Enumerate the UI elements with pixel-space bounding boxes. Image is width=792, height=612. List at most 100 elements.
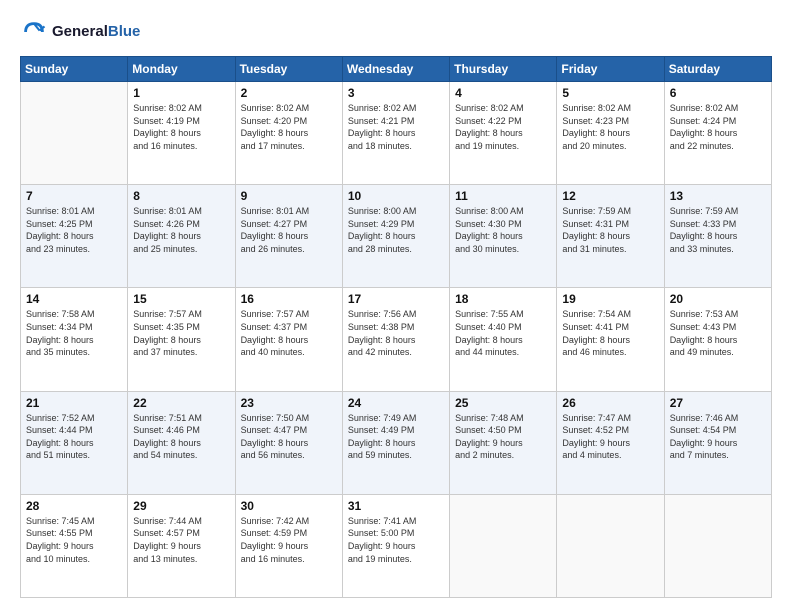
calendar-cell bbox=[557, 494, 664, 597]
day-info: Sunrise: 8:02 AM Sunset: 4:20 PM Dayligh… bbox=[241, 102, 337, 152]
page: GeneralBlue SundayMondayTuesdayWednesday… bbox=[0, 0, 792, 612]
calendar-cell: 27Sunrise: 7:46 AM Sunset: 4:54 PM Dayli… bbox=[664, 391, 771, 494]
day-number: 12 bbox=[562, 189, 658, 203]
calendar-cell: 20 Sunrise: 7:53 AM Sunset: 4:43 PM Dayli… bbox=[664, 288, 771, 391]
calendar-cell: 2 Sunrise: 8:02 AM Sunset: 4:20 PM Daylig… bbox=[235, 82, 342, 185]
day-number: 17 bbox=[348, 292, 444, 306]
day-info: Sunrise: 7:54 AM Sunset: 4:41 PM Dayligh… bbox=[562, 308, 658, 358]
day-number: 19 bbox=[562, 292, 658, 306]
day-info: Sunrise: 7:47 AM Sunset: 4:52 PM Dayligh… bbox=[562, 412, 658, 462]
calendar-weekday-tuesday: Tuesday bbox=[235, 57, 342, 82]
calendar-cell: 12 Sunrise: 7:59 AM Sunset: 4:31 PM Dayli… bbox=[557, 185, 664, 288]
logo-icon bbox=[20, 18, 48, 46]
day-number: 6 bbox=[670, 86, 766, 100]
calendar-cell: 19 Sunrise: 7:54 AM Sunset: 4:41 PM Dayli… bbox=[557, 288, 664, 391]
calendar-cell: 11 Sunrise: 8:00 AM Sunset: 4:30 PM Dayli… bbox=[450, 185, 557, 288]
day-number: 4 bbox=[455, 86, 551, 100]
calendar-header-row: SundayMondayTuesdayWednesdayThursdayFrid… bbox=[21, 57, 772, 82]
logo: GeneralBlue bbox=[20, 18, 140, 46]
calendar-weekday-saturday: Saturday bbox=[664, 57, 771, 82]
day-number: 23 bbox=[241, 396, 337, 410]
day-info: Sunrise: 8:02 AM Sunset: 4:21 PM Dayligh… bbox=[348, 102, 444, 152]
day-number: 13 bbox=[670, 189, 766, 203]
calendar-cell: 30Sunrise: 7:42 AM Sunset: 4:59 PM Dayli… bbox=[235, 494, 342, 597]
day-info: Sunrise: 8:00 AM Sunset: 4:29 PM Dayligh… bbox=[348, 205, 444, 255]
day-info: Sunrise: 7:41 AM Sunset: 5:00 PM Dayligh… bbox=[348, 515, 444, 565]
day-number: 8 bbox=[133, 189, 229, 203]
calendar-cell: 8 Sunrise: 8:01 AM Sunset: 4:26 PM Daylig… bbox=[128, 185, 235, 288]
day-info: Sunrise: 8:02 AM Sunset: 4:23 PM Dayligh… bbox=[562, 102, 658, 152]
day-number: 10 bbox=[348, 189, 444, 203]
day-info: Sunrise: 8:02 AM Sunset: 4:24 PM Dayligh… bbox=[670, 102, 766, 152]
logo-text: GeneralBlue bbox=[52, 23, 140, 40]
calendar-week-row: 21 Sunrise: 7:52 AM Sunset: 4:44 PM Dayli… bbox=[21, 391, 772, 494]
day-number: 9 bbox=[241, 189, 337, 203]
day-info: Sunrise: 8:01 AM Sunset: 4:27 PM Dayligh… bbox=[241, 205, 337, 255]
calendar-cell: 15Sunrise: 7:57 AM Sunset: 4:35 PM Dayli… bbox=[128, 288, 235, 391]
day-info: Sunrise: 8:02 AM Sunset: 4:19 PM Dayligh… bbox=[133, 102, 229, 152]
day-number: 2 bbox=[241, 86, 337, 100]
calendar-cell: 26Sunrise: 7:47 AM Sunset: 4:52 PM Dayli… bbox=[557, 391, 664, 494]
calendar-weekday-monday: Monday bbox=[128, 57, 235, 82]
day-info: Sunrise: 7:45 AM Sunset: 4:55 PM Dayligh… bbox=[26, 515, 122, 565]
day-number: 31 bbox=[348, 499, 444, 513]
calendar-cell: 4 Sunrise: 8:02 AM Sunset: 4:22 PM Daylig… bbox=[450, 82, 557, 185]
day-number: 28 bbox=[26, 499, 122, 513]
calendar-table: SundayMondayTuesdayWednesdayThursdayFrid… bbox=[20, 56, 772, 598]
calendar-cell: 14 Sunrise: 7:58 AM Sunset: 4:34 PM Dayli… bbox=[21, 288, 128, 391]
header: GeneralBlue bbox=[20, 18, 772, 46]
calendar-week-row: 14 Sunrise: 7:58 AM Sunset: 4:34 PM Dayli… bbox=[21, 288, 772, 391]
calendar-cell: 16 Sunrise: 7:57 AM Sunset: 4:37 PM Dayli… bbox=[235, 288, 342, 391]
calendar-cell: 25 Sunrise: 7:48 AM Sunset: 4:50 PM Dayli… bbox=[450, 391, 557, 494]
day-number: 27 bbox=[670, 396, 766, 410]
day-info: Sunrise: 8:02 AM Sunset: 4:22 PM Dayligh… bbox=[455, 102, 551, 152]
day-info: Sunrise: 8:01 AM Sunset: 4:26 PM Dayligh… bbox=[133, 205, 229, 255]
day-number: 24 bbox=[348, 396, 444, 410]
calendar-week-row: 1Sunrise: 8:02 AM Sunset: 4:19 PM Daylig… bbox=[21, 82, 772, 185]
calendar-cell: 29 Sunrise: 7:44 AM Sunset: 4:57 PM Dayli… bbox=[128, 494, 235, 597]
calendar-cell bbox=[664, 494, 771, 597]
calendar-weekday-wednesday: Wednesday bbox=[342, 57, 449, 82]
day-info: Sunrise: 7:44 AM Sunset: 4:57 PM Dayligh… bbox=[133, 515, 229, 565]
calendar-cell: 17 Sunrise: 7:56 AM Sunset: 4:38 PM Dayli… bbox=[342, 288, 449, 391]
calendar-weekday-sunday: Sunday bbox=[21, 57, 128, 82]
day-info: Sunrise: 7:56 AM Sunset: 4:38 PM Dayligh… bbox=[348, 308, 444, 358]
day-number: 3 bbox=[348, 86, 444, 100]
calendar-cell: 28 Sunrise: 7:45 AM Sunset: 4:55 PM Dayli… bbox=[21, 494, 128, 597]
day-number: 20 bbox=[670, 292, 766, 306]
calendar-cell: 1Sunrise: 8:02 AM Sunset: 4:19 PM Daylig… bbox=[128, 82, 235, 185]
day-number: 22 bbox=[133, 396, 229, 410]
day-number: 21 bbox=[26, 396, 122, 410]
day-info: Sunrise: 8:01 AM Sunset: 4:25 PM Dayligh… bbox=[26, 205, 122, 255]
day-info: Sunrise: 7:57 AM Sunset: 4:35 PM Dayligh… bbox=[133, 308, 229, 358]
day-number: 14 bbox=[26, 292, 122, 306]
day-info: Sunrise: 7:59 AM Sunset: 4:31 PM Dayligh… bbox=[562, 205, 658, 255]
day-number: 16 bbox=[241, 292, 337, 306]
calendar-cell: 13 Sunrise: 7:59 AM Sunset: 4:33 PM Dayli… bbox=[664, 185, 771, 288]
day-info: Sunrise: 7:58 AM Sunset: 4:34 PM Dayligh… bbox=[26, 308, 122, 358]
day-info: Sunrise: 7:48 AM Sunset: 4:50 PM Dayligh… bbox=[455, 412, 551, 462]
calendar-week-row: 7Sunrise: 8:01 AM Sunset: 4:25 PM Daylig… bbox=[21, 185, 772, 288]
calendar-cell: 6 Sunrise: 8:02 AM Sunset: 4:24 PM Daylig… bbox=[664, 82, 771, 185]
calendar-cell: 7Sunrise: 8:01 AM Sunset: 4:25 PM Daylig… bbox=[21, 185, 128, 288]
calendar-cell: 24 Sunrise: 7:49 AM Sunset: 4:49 PM Dayli… bbox=[342, 391, 449, 494]
day-number: 11 bbox=[455, 189, 551, 203]
day-info: Sunrise: 7:55 AM Sunset: 4:40 PM Dayligh… bbox=[455, 308, 551, 358]
day-number: 25 bbox=[455, 396, 551, 410]
day-number: 29 bbox=[133, 499, 229, 513]
day-info: Sunrise: 8:00 AM Sunset: 4:30 PM Dayligh… bbox=[455, 205, 551, 255]
day-number: 18 bbox=[455, 292, 551, 306]
day-info: Sunrise: 7:59 AM Sunset: 4:33 PM Dayligh… bbox=[670, 205, 766, 255]
calendar-weekday-friday: Friday bbox=[557, 57, 664, 82]
day-info: Sunrise: 7:49 AM Sunset: 4:49 PM Dayligh… bbox=[348, 412, 444, 462]
day-info: Sunrise: 7:52 AM Sunset: 4:44 PM Dayligh… bbox=[26, 412, 122, 462]
calendar-cell: 22Sunrise: 7:51 AM Sunset: 4:46 PM Dayli… bbox=[128, 391, 235, 494]
calendar-cell: 23 Sunrise: 7:50 AM Sunset: 4:47 PM Dayli… bbox=[235, 391, 342, 494]
calendar-cell: 3 Sunrise: 8:02 AM Sunset: 4:21 PM Daylig… bbox=[342, 82, 449, 185]
day-info: Sunrise: 7:53 AM Sunset: 4:43 PM Dayligh… bbox=[670, 308, 766, 358]
day-info: Sunrise: 7:57 AM Sunset: 4:37 PM Dayligh… bbox=[241, 308, 337, 358]
day-number: 30 bbox=[241, 499, 337, 513]
day-info: Sunrise: 7:50 AM Sunset: 4:47 PM Dayligh… bbox=[241, 412, 337, 462]
calendar-cell: 5Sunrise: 8:02 AM Sunset: 4:23 PM Daylig… bbox=[557, 82, 664, 185]
calendar-cell bbox=[21, 82, 128, 185]
